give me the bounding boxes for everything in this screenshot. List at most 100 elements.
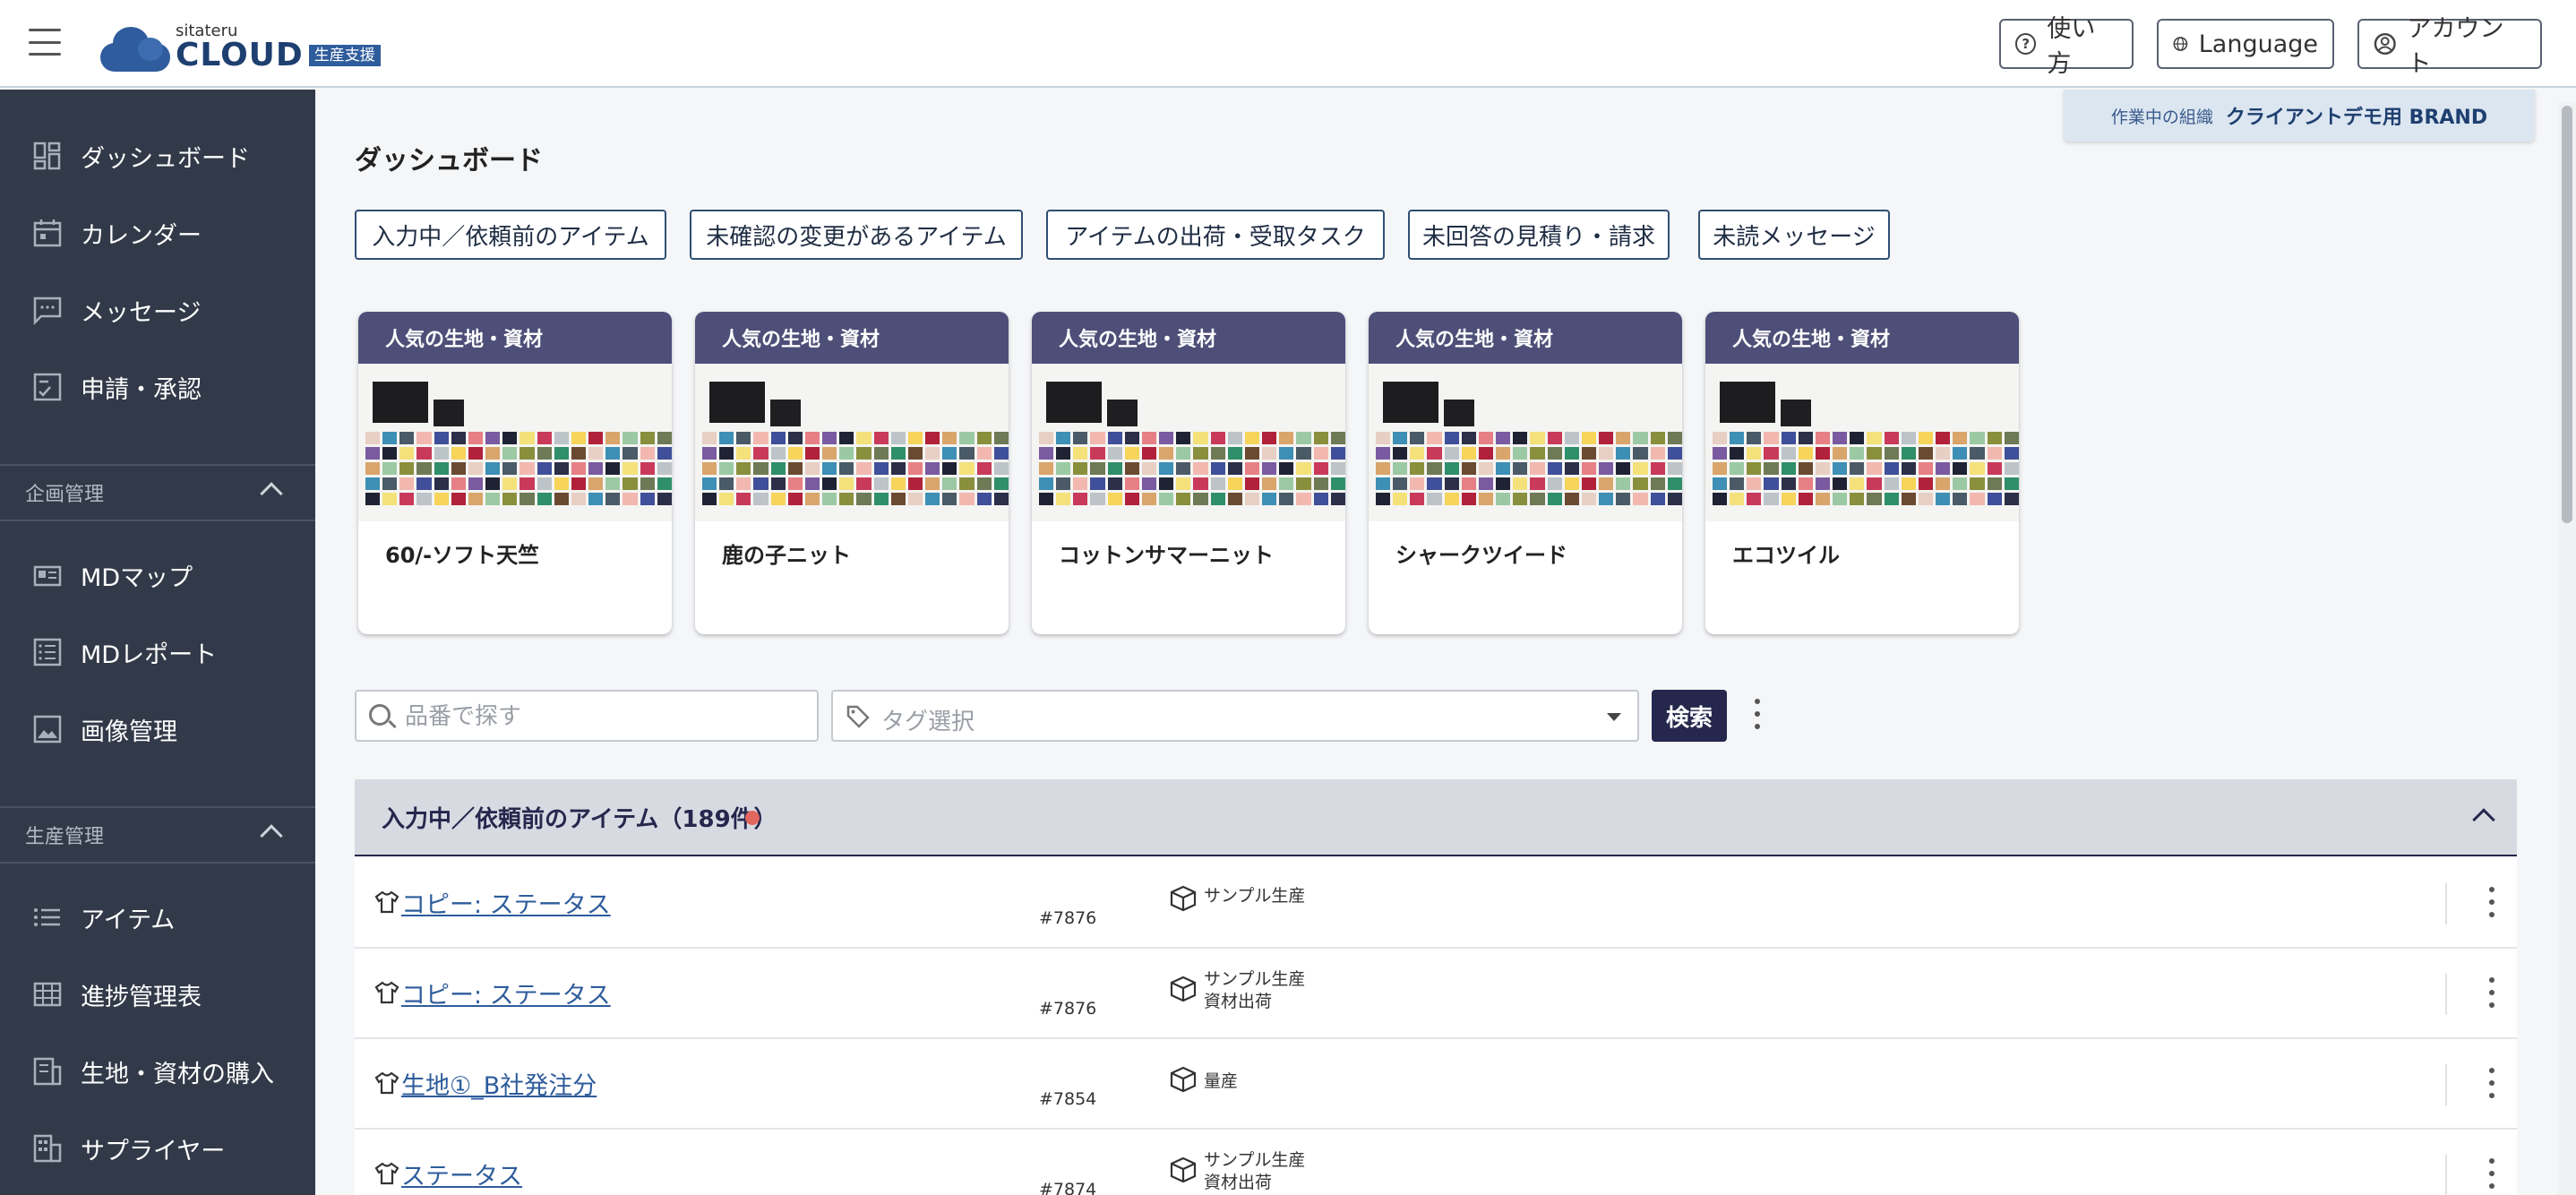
fabric-swatch bbox=[554, 462, 569, 475]
filter-shipping-button[interactable]: アイテムの出荷・受取タスク bbox=[1046, 210, 1385, 260]
fabric-swatch bbox=[2004, 447, 2019, 460]
search-input[interactable] bbox=[405, 701, 799, 733]
fabric-swatch bbox=[382, 493, 398, 505]
fabric-swatch bbox=[1747, 462, 1762, 475]
sidebar-item-dashboard[interactable]: ダッシュボード bbox=[0, 120, 315, 192]
fabric-swatch bbox=[942, 477, 957, 490]
fabric-swatch bbox=[1884, 462, 1899, 475]
material-card[interactable]: 人気の生地・資材 シャークツイード bbox=[1369, 312, 1682, 634]
row-divider bbox=[2445, 1064, 2447, 1105]
help-label: 使い方 bbox=[2047, 15, 2096, 78]
menu-icon[interactable] bbox=[29, 29, 61, 56]
row-menu-icon[interactable] bbox=[2488, 977, 2495, 1008]
fabric-swatch bbox=[1581, 432, 1597, 444]
fabric-swatch bbox=[1530, 462, 1545, 475]
table-row[interactable]: コピー: ステータス #7876 サンプル生産 bbox=[355, 858, 2517, 949]
section-planning[interactable]: 企画管理 bbox=[0, 464, 315, 521]
list-header[interactable]: 入力中／依頼前のアイテム（189件） bbox=[355, 779, 2517, 856]
shirt-icon bbox=[374, 890, 399, 914]
search-button[interactable]: 検索 bbox=[1652, 690, 1727, 742]
table-row[interactable]: コピー: ステータス #7876 サンプル生産 資材出荷 bbox=[355, 949, 2517, 1039]
fabric-swatch bbox=[1884, 477, 1899, 490]
fabric-swatch bbox=[434, 432, 449, 444]
item-name-link[interactable]: 生地①_B社発注分 bbox=[401, 1066, 597, 1101]
fabric-swatch bbox=[1478, 432, 1494, 444]
language-button[interactable]: Language bbox=[2157, 19, 2334, 69]
filter-unconfirmed-button[interactable]: 未確認の変更があるアイテム bbox=[690, 210, 1023, 260]
fabric-swatch bbox=[1107, 447, 1122, 460]
material-card[interactable]: 人気の生地・資材 コットンサマーニット bbox=[1032, 312, 1345, 634]
filter-drafts-button[interactable]: 入力中／依頼前のアイテム bbox=[355, 210, 666, 260]
filter-quotes-button[interactable]: 未回答の見積り・請求 bbox=[1408, 210, 1670, 260]
row-menu-icon[interactable] bbox=[2488, 1068, 2495, 1098]
table-row[interactable]: ステータス #7874 サンプル生産 資材出荷 bbox=[355, 1130, 2517, 1195]
sidebar-item-md-map[interactable]: MDマップ bbox=[0, 539, 315, 611]
material-swatch-image bbox=[1369, 364, 1682, 521]
material-card[interactable]: 人気の生地・資材 60/-ソフト天竺 bbox=[358, 312, 672, 634]
sidebar-item-progress[interactable]: 進捗管理表 bbox=[0, 959, 315, 1030]
fabric-swatch bbox=[1244, 432, 1260, 444]
fabric-swatch bbox=[1633, 447, 1648, 460]
more-options-icon[interactable] bbox=[1754, 699, 1761, 729]
card-header: 人気の生地・資材 bbox=[358, 312, 672, 364]
material-card[interactable]: 人気の生地・資材 鹿の子ニット bbox=[695, 312, 1009, 634]
material-card[interactable]: 人気の生地・資材 エコツイル bbox=[1705, 312, 2019, 634]
fabric-swatch bbox=[1427, 432, 1442, 444]
fabric-swatch bbox=[890, 493, 906, 505]
logo[interactable]: sitateru CLOUD 生産支援 bbox=[100, 18, 381, 72]
card-name: コットンサマーニット bbox=[1059, 543, 1274, 568]
filter-unread-button[interactable]: 未読メッセージ bbox=[1698, 210, 1890, 260]
fabric-swatch bbox=[1193, 477, 1208, 490]
row-menu-icon[interactable] bbox=[2488, 1158, 2495, 1189]
sidebar-item-approval[interactable]: 申請・承認 bbox=[0, 351, 315, 423]
tag-select[interactable]: タグ選択 bbox=[831, 690, 1639, 742]
fabric-swatch bbox=[856, 462, 872, 475]
fabric-swatch bbox=[588, 462, 604, 475]
fabric-swatch bbox=[753, 493, 769, 505]
chevron-up-icon[interactable] bbox=[2472, 808, 2495, 831]
sidebar-item-calendar[interactable]: カレンダー bbox=[0, 197, 315, 269]
fabric-swatch bbox=[1581, 447, 1597, 460]
fabric-swatch bbox=[1513, 493, 1528, 505]
sidebar-item-purchase[interactable]: 生地・資材の購入 bbox=[0, 1036, 315, 1107]
sidebar-item-md-report[interactable]: MDレポート bbox=[0, 616, 315, 688]
item-name-link[interactable]: ステータス bbox=[401, 1156, 522, 1191]
row-menu-icon[interactable] bbox=[2488, 887, 2495, 917]
fabric-swatch bbox=[1090, 493, 1105, 505]
fabric-swatch bbox=[1547, 493, 1562, 505]
fabric-swatch bbox=[1616, 493, 1631, 505]
fabric-swatch bbox=[993, 477, 1009, 490]
fabric-swatch bbox=[1798, 493, 1813, 505]
fabric-swatch bbox=[1815, 477, 1831, 490]
fabric-swatch bbox=[1444, 447, 1459, 460]
fabric-swatch bbox=[1781, 493, 1796, 505]
help-button[interactable]: ? 使い方 bbox=[1999, 15, 2134, 78]
fabric-swatch bbox=[890, 447, 906, 460]
fabric-swatch bbox=[1987, 432, 2002, 444]
shirt-icon bbox=[374, 1071, 399, 1095]
table-row[interactable]: 生地①_B社発注分 #7854 量産 bbox=[355, 1039, 2517, 1130]
search-box bbox=[355, 690, 819, 742]
sidebar-item-images[interactable]: 画像管理 bbox=[0, 693, 315, 765]
item-number: #7876 bbox=[1039, 908, 1097, 928]
item-name-link[interactable]: コピー: ステータス bbox=[401, 885, 611, 920]
item-name-link[interactable]: コピー: ステータス bbox=[401, 976, 611, 1010]
fabric-swatch bbox=[1176, 477, 1191, 490]
fabric-swatch bbox=[1815, 432, 1831, 444]
account-button[interactable]: アカウント bbox=[2357, 15, 2542, 78]
dashboard-icon bbox=[33, 142, 61, 170]
sidebar-item-suppliers[interactable]: サプライヤー bbox=[0, 1113, 315, 1184]
fabric-swatch bbox=[1936, 477, 1951, 490]
fabric-swatch bbox=[1107, 462, 1122, 475]
fabric-swatch bbox=[1039, 432, 1054, 444]
section-production[interactable]: 生産管理 bbox=[0, 806, 315, 864]
scrollbar-thumb[interactable] bbox=[2562, 106, 2572, 523]
sidebar-item-items[interactable]: アイテム bbox=[0, 881, 315, 953]
fabric-swatch bbox=[434, 462, 449, 475]
fabric-swatch bbox=[1764, 447, 1779, 460]
fabric-swatch bbox=[1176, 447, 1191, 460]
fabric-swatch bbox=[1176, 432, 1191, 444]
sidebar-item-messages[interactable]: メッセージ bbox=[0, 274, 315, 346]
scrollbar[interactable] bbox=[2558, 102, 2576, 1195]
fabric-swatch bbox=[1650, 447, 1665, 460]
